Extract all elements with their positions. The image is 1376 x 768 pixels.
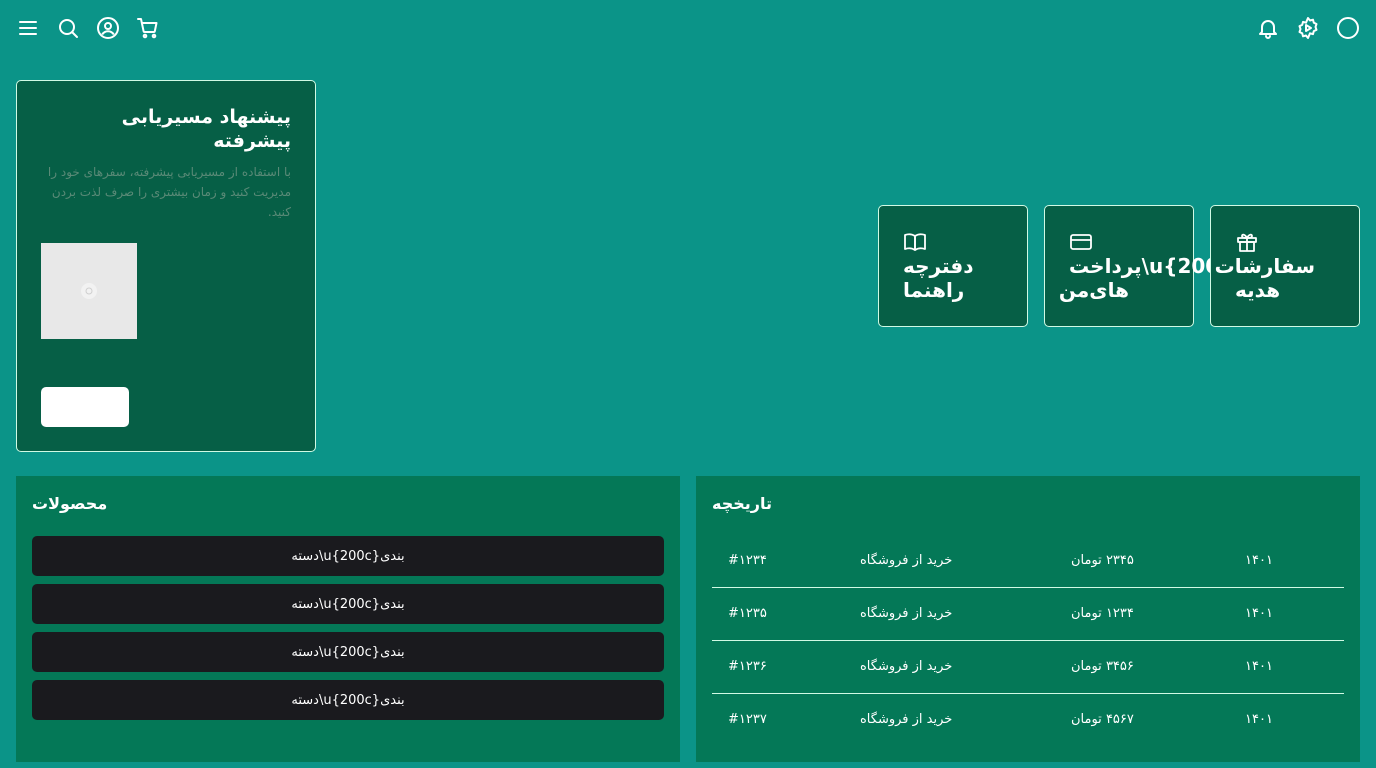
- order-id: #۱۲۳۷: [728, 712, 767, 727]
- order-id: #۱۲۳۶: [728, 659, 767, 674]
- quick-card-gift-orders[interactable]: سفارشات هدیه: [1210, 205, 1360, 327]
- menu-icon[interactable]: [16, 16, 40, 40]
- history-row[interactable]: #۱۲۳۷ خرید از فروشگاه ۴۵۶۷ تومان ۱۴۰۱: [712, 694, 1344, 747]
- order-amount: ۳۴۵۶ تومان: [1071, 659, 1134, 674]
- order-description: خرید از فروشگاه: [860, 712, 953, 727]
- circle-icon[interactable]: [1336, 16, 1360, 40]
- cart-icon[interactable]: [136, 16, 160, 40]
- image-placeholder-icon: [81, 283, 97, 299]
- credit-card-icon: [1069, 230, 1169, 254]
- products-title: محصولات: [32, 494, 108, 513]
- order-amount: ۲۳۴۵ تومان: [1071, 553, 1134, 568]
- products-panel: محصولات دسته\u{200c}بندی دسته\u{200c}بند…: [16, 476, 680, 762]
- order-amount: ۴۵۶۷ تومان: [1071, 712, 1134, 727]
- promo-image: [41, 243, 137, 339]
- settings-icon[interactable]: [1296, 16, 1320, 40]
- book-icon: [903, 230, 1003, 254]
- quick-card-label: سفارشات هدیه: [1214, 254, 1315, 302]
- history-row[interactable]: #۱۲۳۴ خرید از فروشگاه ۲۳۴۵ تومان ۱۴۰۱: [712, 535, 1344, 588]
- top-toolbar-left: [16, 16, 160, 40]
- category-button[interactable]: دسته\u{200c}بندی: [32, 536, 664, 576]
- quick-card-label: پرداخت\u{200c} های‌من: [1058, 254, 1246, 302]
- quick-card-label: دفترچه راهنما: [903, 254, 974, 302]
- search-icon[interactable]: [56, 16, 80, 40]
- order-amount: ۱۲۳۴ تومان: [1071, 606, 1134, 621]
- order-id: #۱۲۳۴: [728, 553, 767, 568]
- order-description: خرید از فروشگاه: [860, 606, 953, 621]
- category-button[interactable]: دسته\u{200c}بندی: [32, 632, 664, 672]
- order-year: ۱۴۰۱: [1245, 553, 1273, 568]
- order-year: ۱۴۰۱: [1245, 606, 1273, 621]
- category-button[interactable]: دسته\u{200c}بندی: [32, 584, 664, 624]
- bell-icon[interactable]: [1256, 16, 1280, 40]
- top-toolbar-right: [1256, 16, 1360, 40]
- order-year: ۱۴۰۱: [1245, 712, 1273, 727]
- history-panel: تاریخچه #۱۲۳۴ خرید از فروشگاه ۲۳۴۵ تومان…: [696, 476, 1360, 762]
- promo-description: با استفاده از مسیریابی پیشرفته، سفرهای خ…: [47, 165, 291, 219]
- gift-icon: [1235, 230, 1335, 254]
- order-year: ۱۴۰۱: [1245, 659, 1273, 674]
- quick-card-payments[interactable]: پرداخت\u{200c} های‌من: [1044, 205, 1245, 327]
- order-id: #۱۲۳۵: [728, 606, 767, 621]
- promo-title: پیشنهاد مسیریابی پیشرفته: [121, 106, 291, 152]
- order-description: خرید از فروشگاه: [860, 659, 953, 674]
- history-title: تاریخچه: [712, 494, 772, 513]
- promo-card: پیشنهاد مسیریابی پیشرفته با استفاده از م…: [16, 80, 316, 452]
- order-description: خرید از فروشگاه: [860, 553, 953, 568]
- category-button[interactable]: دسته\u{200c}بندی: [32, 680, 664, 720]
- account-icon[interactable]: [96, 16, 120, 40]
- quick-card-guide[interactable]: دفترچه راهنما: [878, 205, 1028, 327]
- promo-action-button[interactable]: [41, 387, 129, 427]
- history-row[interactable]: #۱۲۳۵ خرید از فروشگاه ۱۲۳۴ تومان ۱۴۰۱: [712, 588, 1344, 641]
- history-row[interactable]: #۱۲۳۶ خرید از فروشگاه ۳۴۵۶ تومان ۱۴۰۱: [712, 641, 1344, 694]
